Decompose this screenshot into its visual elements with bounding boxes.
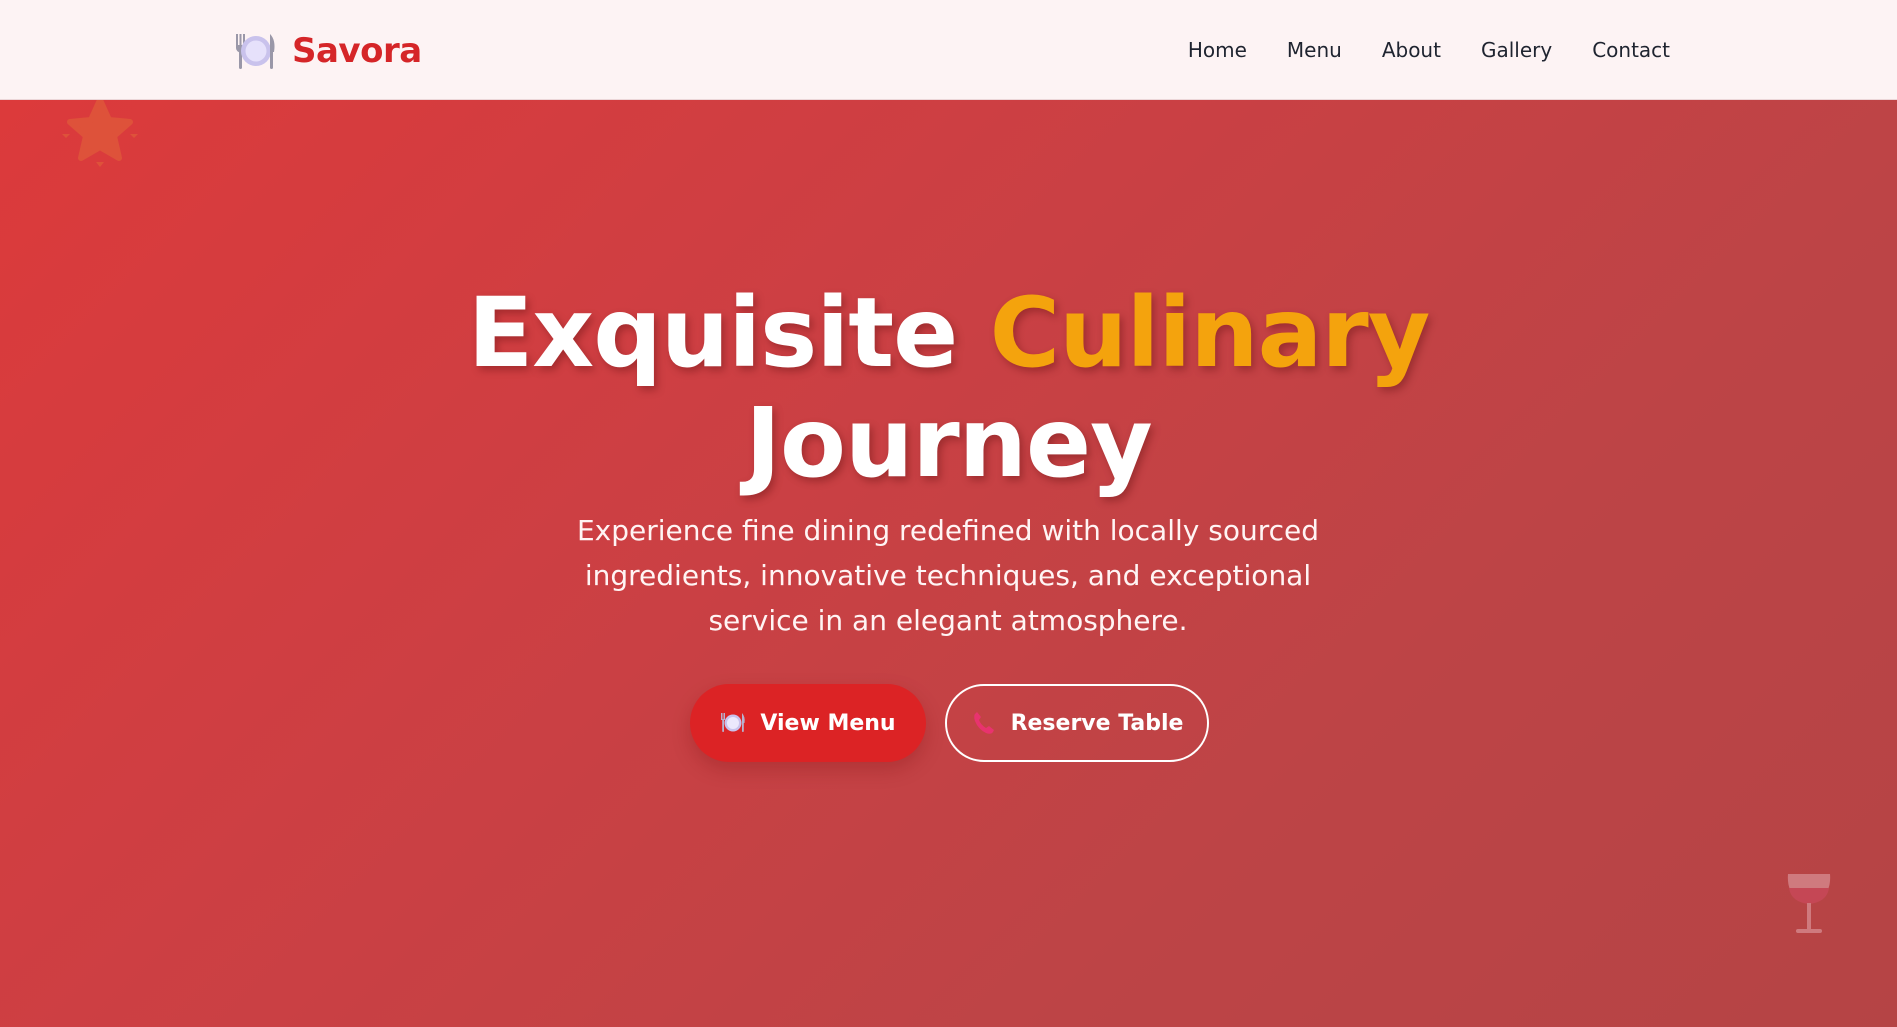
wine-glass-icon — [1787, 874, 1831, 933]
brand-logo-link[interactable]: Savora — [234, 30, 422, 72]
nav-link-home[interactable]: Home — [1188, 36, 1247, 64]
hero-title-accent: Culinary — [989, 277, 1431, 389]
hero-title-part2: Journey — [745, 387, 1152, 499]
nav-link-gallery[interactable]: Gallery — [1481, 36, 1552, 64]
view-menu-label: View Menu — [760, 710, 896, 736]
star-icon — [62, 100, 138, 167]
reserve-table-label: Reserve Table — [1010, 710, 1184, 736]
hero-section: Exquisite Culinary Journey Experience fi… — [0, 100, 1897, 1027]
nav-link-about[interactable]: About — [1382, 36, 1441, 64]
brand-name: Savora — [292, 31, 422, 71]
hero-title: Exquisite Culinary Journey — [0, 278, 1897, 498]
nav-link-contact[interactable]: Contact — [1592, 36, 1670, 64]
plate-with-cutlery-icon — [721, 713, 746, 732]
main-navigation: Home Menu About Gallery Contact — [1188, 36, 1670, 64]
view-menu-button[interactable]: View Menu — [690, 684, 926, 762]
hero-subtitle: Experience fine dining redefined with lo… — [576, 514, 1319, 637]
phone-icon — [973, 712, 994, 734]
hero-title-part1: Exquisite — [467, 277, 959, 389]
nav-link-menu[interactable]: Menu — [1287, 36, 1342, 64]
reserve-table-button[interactable]: Reserve Table — [945, 684, 1209, 762]
navbar: Savora Home Menu About Gallery Contact — [0, 0, 1897, 100]
plate-with-cutlery-icon — [236, 34, 275, 69]
